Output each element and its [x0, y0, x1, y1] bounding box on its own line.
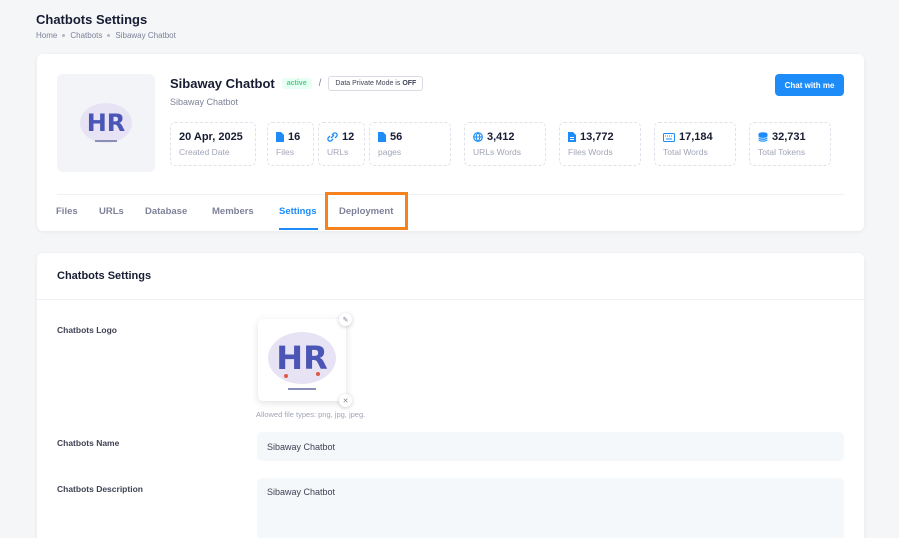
page-header: Chatbots Settings Home Chatbots Sibaway … — [36, 12, 176, 40]
status-badge: active — [281, 78, 312, 89]
stat-label: Total Words — [663, 147, 708, 157]
stat-value: 3,412 — [487, 131, 515, 143]
stat-value-row: 17,184 — [663, 131, 727, 143]
breadcrumb: Home Chatbots Sibaway Chatbot — [36, 31, 176, 40]
page-title: Chatbots Settings — [36, 12, 148, 27]
breadcrumb-current: Sibaway Chatbot — [115, 31, 176, 40]
stat-label: Files Words — [568, 147, 613, 157]
stat-total-words: 17,184 Total Words — [654, 122, 736, 166]
tab-settings[interactable]: Settings — [279, 206, 316, 217]
logo-upload-preview[interactable]: HR ✎ ✕ — [258, 313, 352, 407]
stat-label: Total Tokens — [758, 147, 806, 157]
private-mode-value: OFF — [402, 80, 417, 87]
remove-icon[interactable]: ✕ — [339, 394, 352, 407]
private-mode-label: Data Private Mode is — [335, 80, 401, 87]
breadcrumb-chatbots[interactable]: Chatbots — [70, 31, 102, 40]
tab-members[interactable]: Members — [212, 206, 254, 217]
tab-database[interactable]: Database — [145, 206, 187, 217]
stat-label: Files — [276, 147, 294, 157]
stat-value: 20 Apr, 2025 — [179, 131, 243, 143]
stat-urls-words: 3,412 URLs Words — [464, 122, 546, 166]
chatbot-name-input[interactable]: Sibaway Chatbot — [257, 432, 844, 461]
chatbot-logo: HR — [57, 74, 155, 172]
stat-value-row: 56 — [378, 131, 442, 143]
logo-hint: Allowed file types: png, jpg, jpeg. — [256, 410, 366, 419]
stat-value-row: 3,412 — [473, 131, 537, 143]
stat-label: URLs — [327, 147, 349, 157]
separator-slash: / — [318, 78, 322, 89]
bot-subtitle: Sibaway Chatbot — [170, 97, 239, 107]
database-icon — [758, 132, 768, 142]
settings-divider — [37, 299, 864, 300]
bot-name-row: Sibaway Chatbot active / Data Private Mo… — [170, 76, 424, 91]
stat-value-row: 13,772 — [568, 131, 632, 143]
word-file-icon — [568, 132, 576, 142]
chatbot-description-textarea[interactable]: Sibaway Chatbot — [257, 478, 844, 538]
chatbot-overview-card: HR Sibaway Chatbot active / Data Private… — [37, 54, 864, 231]
stat-value: 12 — [342, 131, 355, 143]
tab-files[interactable]: Files — [56, 206, 78, 217]
stat-value-row: 12 — [327, 131, 356, 143]
hr-logo-icon: HR — [268, 332, 336, 390]
stat-label: pages — [378, 147, 402, 157]
globe-icon — [473, 132, 483, 142]
link-icon — [327, 132, 338, 142]
stat-label: Created Date — [179, 147, 230, 157]
stat-value-row: 16 — [276, 131, 305, 143]
stat-files-words: 13,772 Files Words — [559, 122, 641, 166]
stat-value: 56 — [390, 131, 403, 143]
breadcrumb-home[interactable]: Home — [36, 31, 57, 40]
stat-urls: 12 URLs — [318, 122, 365, 166]
active-tab-indicator — [279, 228, 318, 230]
svg-text:HR: HR — [87, 109, 126, 137]
stat-total-tokens: 32,731 Total Tokens — [749, 122, 831, 166]
settings-card: Chatbots Settings Chatbots Logo HR ✎ ✕ A… — [37, 253, 864, 538]
chat-with-me-button[interactable]: Chat with me — [775, 74, 844, 96]
deployment-highlight-box — [325, 192, 408, 230]
stat-value: 16 — [288, 131, 301, 143]
stat-label: URLs Words — [473, 147, 522, 157]
stat-value: 32,731 — [772, 131, 806, 143]
breadcrumb-separator — [62, 34, 66, 37]
breadcrumb-separator — [107, 34, 111, 37]
stat-pages: 56 pages — [369, 122, 451, 166]
tabs-divider — [57, 194, 844, 195]
stat-value-row: 32,731 — [758, 131, 822, 143]
stat-files: 16 Files — [267, 122, 314, 166]
tab-urls[interactable]: URLs — [99, 206, 124, 217]
private-mode-badge[interactable]: Data Private Mode is OFF — [328, 76, 424, 91]
logo-label: Chatbots Logo — [57, 325, 117, 335]
settings-title: Chatbots Settings — [57, 270, 152, 282]
name-label: Chatbots Name — [57, 438, 120, 448]
stat-value: 17,184 — [679, 131, 713, 143]
file-icon — [276, 132, 284, 142]
pencil-icon[interactable]: ✎ — [339, 313, 352, 326]
keyboard-icon — [663, 132, 675, 142]
stat-value: 13,772 — [580, 131, 614, 143]
hr-logo-icon: HR — [80, 103, 132, 143]
bot-name: Sibaway Chatbot — [170, 76, 275, 91]
description-label: Chatbots Description — [57, 484, 143, 494]
stat-created-date: 20 Apr, 2025 Created Date — [170, 122, 256, 166]
svg-text:HR: HR — [276, 339, 327, 377]
file-icon — [378, 132, 386, 142]
